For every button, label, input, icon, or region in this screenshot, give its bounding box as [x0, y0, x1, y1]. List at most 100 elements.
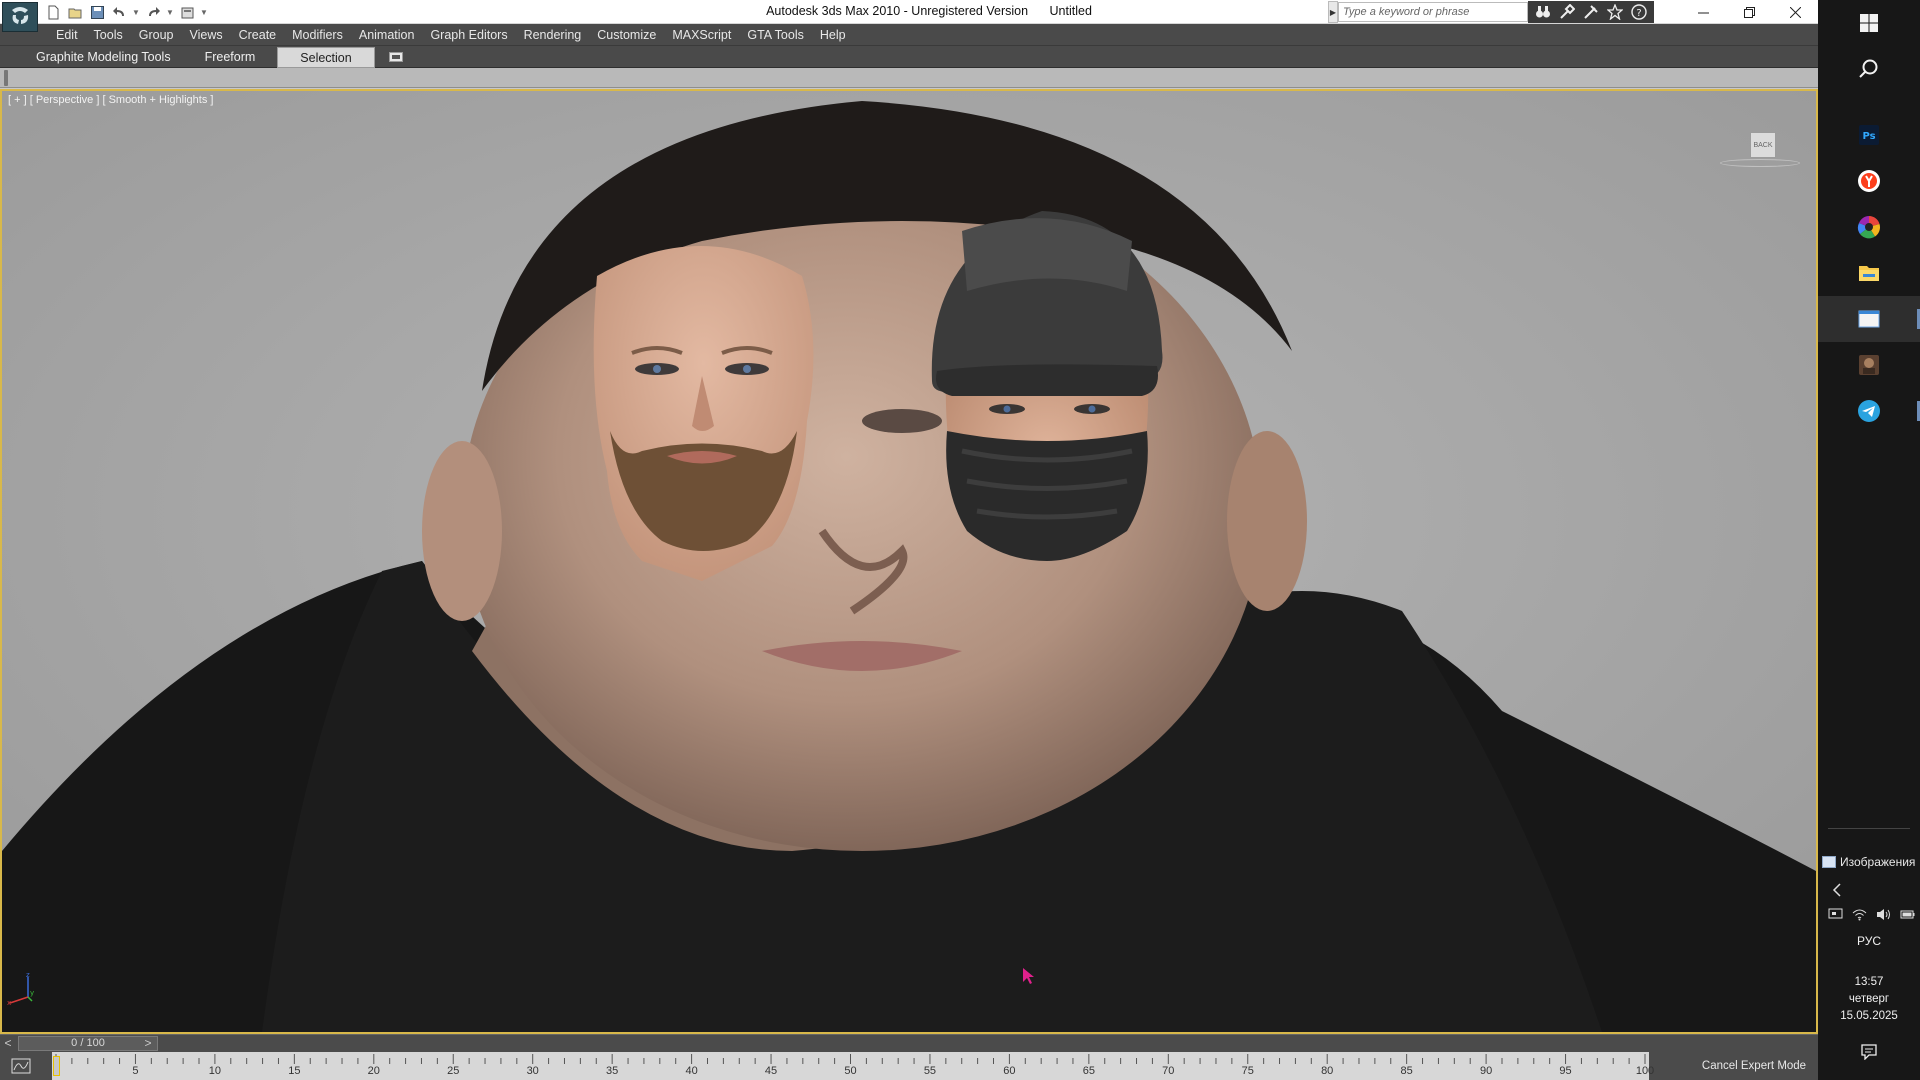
timeline-ruler-label: 40 [685, 1065, 698, 1077]
project-folder-button[interactable] [178, 3, 196, 21]
close-icon [1789, 6, 1801, 18]
menu-rendering[interactable]: Rendering [516, 24, 590, 46]
app-edition: - Unregistered Version [903, 4, 1029, 18]
input-language-indicator[interactable]: РУС [1818, 934, 1920, 948]
viewcube-compass-ring[interactable] [1720, 159, 1800, 167]
undo-dropdown-arrow[interactable]: ▼ [132, 3, 140, 21]
new-file-button[interactable] [44, 3, 62, 21]
viewcube-back-face[interactable]: BACK [1750, 132, 1776, 158]
action-center-button[interactable] [1818, 1038, 1920, 1066]
menu-animation[interactable]: Animation [351, 24, 423, 46]
timeline-ruler-label: 80 [1321, 1065, 1334, 1077]
help-button[interactable]: ? [1628, 2, 1650, 22]
timeline-ruler-label: 25 [447, 1065, 460, 1077]
search-icon [1859, 59, 1878, 78]
tray-display-button[interactable] [1826, 906, 1845, 922]
redo-button[interactable] [144, 3, 162, 21]
menu-create[interactable]: Create [231, 24, 285, 46]
ribbon-tab-bar: Graphite Modeling Tools Freeform Selecti… [0, 46, 1818, 68]
timeline-ruler-label: 5 [132, 1065, 139, 1077]
tab-graphite-modeling-tools[interactable]: Graphite Modeling Tools [8, 47, 183, 68]
tray-battery-button[interactable] [1898, 906, 1917, 922]
perspective-viewport[interactable]: [ + ] [ Perspective ] [ Smooth + Highlig… [0, 89, 1818, 1034]
tray-network-button[interactable] [1850, 906, 1869, 922]
ribbon-drag-handle[interactable] [4, 70, 8, 86]
restore-button[interactable] [1726, 0, 1772, 24]
mini-curve-editor-button[interactable] [6, 1056, 36, 1076]
search-button[interactable] [1532, 2, 1554, 22]
time-slider-handle[interactable]: 0 / 100 [18, 1036, 158, 1051]
taskbar-color-app[interactable] [1818, 204, 1920, 250]
viewcube[interactable]: BACK [1720, 127, 1800, 187]
binoculars-icon [1536, 6, 1550, 18]
timeline-ruler-label: 90 [1479, 1065, 1493, 1077]
minimize-button[interactable] [1680, 0, 1726, 24]
application-menu-button[interactable] [2, 2, 38, 32]
viewport-background-image [2, 91, 1816, 1032]
time-slider-prev-button[interactable]: < [0, 1035, 16, 1052]
taskbar-game-app[interactable] [1818, 342, 1920, 388]
save-button[interactable] [88, 3, 106, 21]
taskbar-yandex-browser[interactable] [1818, 158, 1920, 204]
timeline-ruler-label: 95 [1559, 1065, 1572, 1077]
3dsmax-window-icon [1858, 310, 1880, 328]
document-name: Untitled [1049, 4, 1092, 18]
taskbar-file-explorer[interactable] [1818, 250, 1920, 296]
ribbon-minimize-toggle[interactable] [383, 47, 409, 67]
taskbar-3dsmax-window[interactable] [1818, 296, 1920, 342]
menu-edit[interactable]: Edit [48, 24, 86, 46]
taskbar-clock[interactable]: 13:57 четверг 15.05.2025 [1818, 974, 1920, 1025]
taskbar-photoshop[interactable]: Ps [1818, 112, 1920, 158]
timeline-ruler[interactable]: 5 10 15 20 25 30 35 40 45 50 55 60 65 70 75 80 85 90 95 100 [52, 1052, 1654, 1080]
current-frame-marker[interactable] [53, 1056, 60, 1076]
timeline-ruler-label: 20 [367, 1065, 380, 1077]
menu-modifiers[interactable]: Modifiers [284, 24, 351, 46]
viewport-label[interactable]: [ + ] [ Perspective ] [ Smooth + Highlig… [8, 94, 213, 106]
subscription-center-button[interactable] [1556, 2, 1578, 22]
tray-volume-button[interactable] [1874, 906, 1893, 922]
quick-access-customize-arrow[interactable]: ▼ [200, 3, 208, 21]
timeline-ruler-label: 100 [1635, 1065, 1655, 1077]
timeline-ruler-label: 50 [844, 1065, 857, 1077]
infocenter-search-input[interactable] [1338, 2, 1528, 22]
time-slider-next-button[interactable]: > [140, 1035, 156, 1052]
redo-icon [148, 6, 160, 16]
images-widget[interactable]: Изображения [1818, 852, 1920, 872]
redo-dropdown-arrow[interactable]: ▼ [166, 3, 174, 21]
timeline-ruler-label: 70 [1162, 1065, 1175, 1077]
menu-tools[interactable]: Tools [86, 24, 131, 46]
show-hidden-icons-chevron-icon[interactable] [1830, 882, 1844, 898]
favorites-button[interactable] [1604, 2, 1626, 22]
infocenter-collapse-arrow[interactable]: ▶ [1328, 1, 1338, 23]
svg-text:Ps: Ps [1862, 131, 1875, 142]
tab-selection[interactable]: Selection [277, 47, 375, 68]
tab-freeform[interactable]: Freeform [183, 47, 278, 68]
axis-y-label: y [30, 989, 34, 997]
ribbon-toggle-icon [388, 52, 403, 62]
favorites-star-icon [1607, 4, 1623, 20]
menu-gta-tools[interactable]: GTA Tools [739, 24, 812, 46]
close-button[interactable] [1772, 0, 1818, 24]
communication-center-button[interactable] [1580, 2, 1602, 22]
menu-group[interactable]: Group [131, 24, 182, 46]
yandex-browser-icon [1858, 170, 1880, 192]
head-model-bald [593, 246, 814, 581]
open-file-button[interactable] [66, 3, 84, 21]
timeline-ticks [55, 1054, 1646, 1064]
taskbar-telegram[interactable] [1818, 388, 1920, 434]
menu-maxscript[interactable]: MAXScript [664, 24, 739, 46]
save-icon [90, 5, 104, 19]
cancel-expert-mode-button[interactable]: Cancel Expert Mode [1692, 1052, 1816, 1080]
menu-graph-editors[interactable]: Graph Editors [422, 24, 515, 46]
start-button[interactable] [1818, 0, 1920, 46]
minimize-icon [1697, 12, 1709, 13]
battery-icon [1900, 910, 1915, 918]
game-icon [1859, 355, 1879, 375]
taskbar-search-button[interactable] [1818, 46, 1920, 92]
title-bar: ▼ ▼ ▼ Autodesk 3ds Max 2010 - Unregister… [0, 0, 1818, 32]
time-slider[interactable]: < 0 / 100 > [0, 1034, 1818, 1052]
menu-views[interactable]: Views [181, 24, 230, 46]
menu-help[interactable]: Help [812, 24, 854, 46]
menu-customize[interactable]: Customize [589, 24, 664, 46]
undo-button[interactable] [110, 3, 128, 21]
